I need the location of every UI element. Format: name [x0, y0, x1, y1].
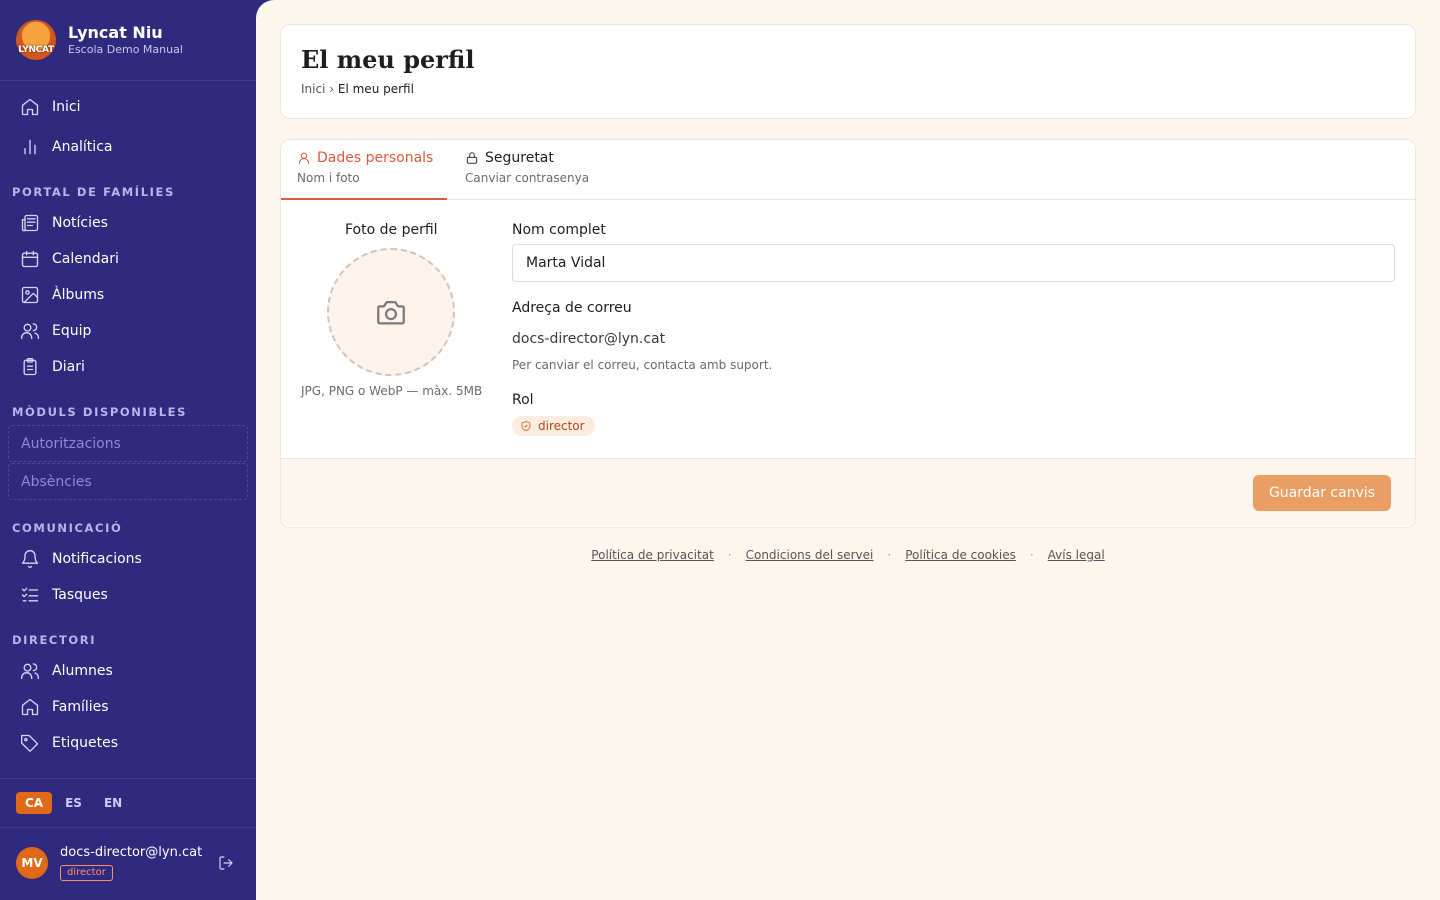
tab-sublabel: Canviar contrasenya	[465, 171, 590, 185]
photo-upload[interactable]	[327, 248, 455, 376]
photo-label: Foto de perfil	[345, 222, 438, 238]
sidebar-item-etiquetes[interactable]: Etiquetes	[20, 731, 118, 755]
home-icon	[21, 98, 39, 116]
sidebar-item-label: Tasques	[52, 587, 108, 603]
terms-link[interactable]: Condicions del servei	[746, 548, 874, 562]
email-label: Adreça de correu	[512, 300, 632, 316]
module-item-absencies[interactable]: Absències	[8, 463, 248, 500]
sidebar-item-analitica[interactable]: Analítica	[20, 135, 112, 159]
user-role-badge: director	[60, 865, 113, 881]
sidebar: LYNCAT Lyncat Niu Escola Demo Manual Ini…	[0, 0, 256, 900]
users-icon	[21, 663, 39, 680]
role-value: director	[538, 419, 585, 433]
section-title-portal: PORTAL DE FAMÍLIES	[12, 185, 175, 199]
sidebar-item-label: Equip	[52, 323, 92, 339]
section-title-directori: DIRECTORI	[12, 633, 97, 647]
sidebar-item-tasques[interactable]: Tasques	[20, 583, 108, 607]
tab-label: Dades personals	[317, 150, 434, 166]
home-icon	[21, 698, 39, 716]
shield-icon	[521, 421, 531, 431]
sidebar-item-label: Etiquetes	[52, 735, 118, 751]
lock-icon	[466, 152, 478, 164]
page-title: El meu perfil	[301, 45, 475, 74]
bar-chart-icon	[24, 139, 36, 155]
section-title-moduls: MÒDULS DISPONIBLES	[12, 405, 187, 419]
profile-tabs: Dades personals Nom i foto Seguretat Can…	[281, 140, 1415, 200]
card-footer: Guardar canvis	[281, 458, 1415, 526]
active-tab-indicator	[281, 198, 447, 200]
sidebar-item-label: Àlbums	[52, 287, 105, 303]
name-label: Nom complet	[512, 222, 606, 238]
users-icon	[21, 323, 39, 340]
cookies-policy-link[interactable]: Política de cookies	[905, 548, 1016, 562]
user-icon	[298, 152, 310, 164]
sidebar-item-equip[interactable]: Equip	[20, 319, 91, 343]
footer-links: Política de privacitat · Condicions del se…	[256, 548, 1440, 562]
footer-separator: ·	[727, 548, 732, 562]
sidebar-item-calendari[interactable]: Calendari	[20, 247, 119, 271]
sidebar-item-noticies[interactable]: Notícies	[20, 211, 108, 235]
tag-icon	[21, 734, 39, 752]
sidebar-item-families[interactable]: Famílies	[20, 695, 109, 719]
email-value: docs-director@lyn.cat	[512, 331, 666, 347]
breadcrumb: Inici › El meu perfil	[301, 82, 414, 96]
section-title-comunicacio: COMUNICACIÓ	[12, 521, 123, 535]
email-note: Per canviar el correu, contacta amb supo…	[512, 358, 773, 372]
save-button[interactable]: Guardar canvis	[1253, 475, 1391, 511]
sidebar-item-label: Calendari	[52, 251, 119, 267]
tab-label: Seguretat	[485, 150, 554, 166]
lyncat-logo: LYNCAT	[16, 20, 56, 60]
calendar-icon	[21, 250, 39, 268]
sidebar-item-label: Diari	[52, 359, 85, 375]
tab-sublabel: Nom i foto	[297, 171, 360, 185]
legal-notice-link[interactable]: Avís legal	[1048, 548, 1105, 562]
footer-separator: ·	[887, 548, 892, 562]
user-box: MV docs-director@lyn.cat director	[16, 845, 240, 881]
brand-header[interactable]: LYNCAT Lyncat Niu Escola Demo Manual	[0, 0, 256, 81]
lang-ca[interactable]: CA	[16, 792, 53, 814]
sidebar-item-label: Inici	[52, 99, 81, 115]
sidebar-item-inici[interactable]: Inici	[20, 95, 80, 119]
language-switcher: CA ES EN	[0, 778, 256, 828]
role-label: Rol	[512, 392, 534, 408]
lang-en[interactable]: EN	[95, 792, 131, 814]
user-email: docs-director@lyn.cat	[60, 845, 203, 860]
sidebar-item-label: Famílies	[52, 699, 109, 715]
role-badge: director	[512, 416, 595, 436]
privacy-policy-link[interactable]: Política de privacitat	[591, 548, 713, 562]
logout-button[interactable]	[218, 855, 234, 875]
bell-icon	[21, 550, 39, 569]
sidebar-item-alumnes[interactable]: Alumnes	[20, 659, 113, 683]
logout-icon	[219, 856, 233, 870]
breadcrumb-separator: ›	[329, 82, 335, 96]
sidebar-item-notificacions[interactable]: Notificacions	[20, 547, 142, 571]
full-name-input[interactable]	[512, 244, 1395, 282]
main-content: El meu perfil Inici › El meu perfil Dade…	[256, 0, 1440, 900]
clipboard-icon	[23, 358, 37, 376]
sidebar-item-albums[interactable]: Àlbums	[20, 283, 104, 307]
sidebar-item-label: Analítica	[52, 139, 113, 155]
tab-dades-personals[interactable]: Dades personals Nom i foto	[297, 150, 433, 185]
image-icon	[21, 286, 39, 304]
photo-hint: JPG, PNG o WebP — màx. 5MB	[301, 384, 483, 398]
page-header-card: El meu perfil Inici › El meu perfil	[280, 24, 1416, 119]
app-title: Lyncat Niu	[68, 23, 163, 42]
sidebar-item-diari[interactable]: Diari	[20, 355, 85, 379]
module-item-autoritzacions[interactable]: Autoritzacions	[8, 425, 248, 462]
camera-icon	[377, 300, 405, 325]
breadcrumb-current: El meu perfil	[337, 82, 414, 96]
tab-seguretat[interactable]: Seguretat Canviar contrasenya	[465, 150, 589, 185]
profile-card: Dades personals Nom i foto Seguretat Can…	[280, 139, 1416, 528]
sidebar-item-label: Notícies	[52, 215, 108, 231]
newspaper-icon	[21, 214, 39, 232]
breadcrumb-home[interactable]: Inici	[301, 82, 325, 96]
list-checks-icon	[21, 587, 39, 602]
school-name: Escola Demo Manual	[68, 43, 183, 56]
footer-separator: ·	[1029, 548, 1034, 562]
avatar[interactable]: MV	[16, 847, 48, 879]
lang-es[interactable]: ES	[56, 792, 91, 814]
sidebar-item-label: Notificacions	[52, 551, 142, 567]
sidebar-item-label: Alumnes	[52, 663, 113, 679]
